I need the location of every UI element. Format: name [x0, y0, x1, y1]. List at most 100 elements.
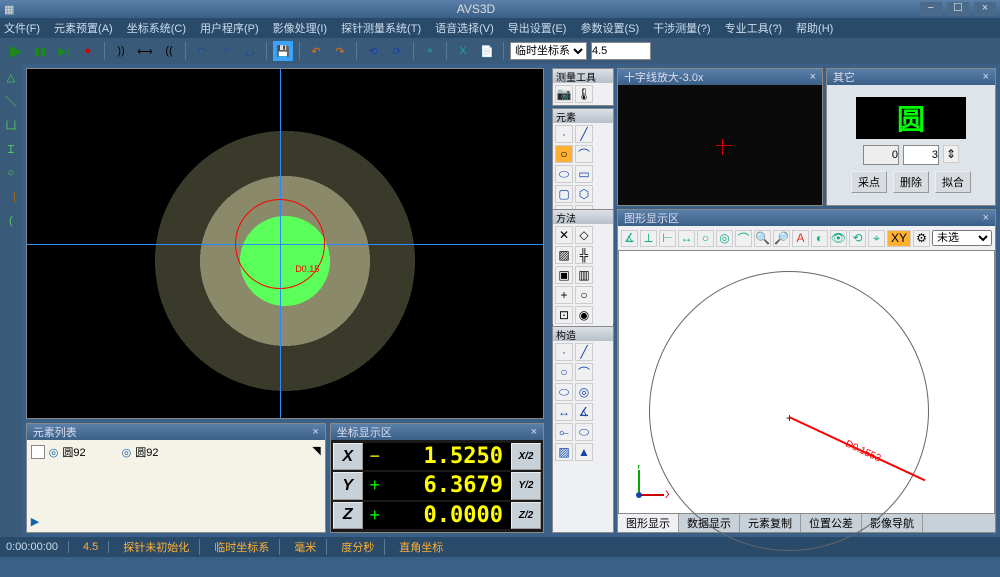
point-icon[interactable]: ·	[555, 125, 573, 143]
method-8-icon[interactable]: ○	[575, 286, 593, 304]
menu-pro-tools[interactable]: 专业工具(?)	[725, 20, 782, 36]
construct-7-icon[interactable]: ↔	[555, 403, 573, 421]
construct-2-icon[interactable]: ╱	[575, 343, 593, 361]
next-button[interactable]: ▶|	[54, 41, 74, 61]
axis-z-button[interactable]: Z	[333, 502, 363, 529]
menu-probe-system[interactable]: 探针测量系统(T)	[341, 20, 421, 36]
construct-4-icon[interactable]: ⌒	[575, 363, 593, 381]
rect-icon[interactable]: ▢	[555, 185, 573, 203]
y-half-button[interactable]: Y/2	[511, 472, 541, 499]
menu-coord-system[interactable]: 坐标系统(C)	[127, 20, 186, 36]
u-icon[interactable]: 凵	[2, 116, 20, 134]
close-icon[interactable]: ×	[312, 426, 318, 438]
graph-canvas[interactable]: + D0.1553 Y X	[618, 250, 995, 514]
axes-icon[interactable]: ⌖	[420, 41, 440, 61]
g-tool-6[interactable]: ◎	[716, 230, 733, 247]
probe-icon[interactable]: 🌡	[575, 85, 593, 103]
align-left-icon[interactable]: ))	[111, 41, 131, 61]
ellipse-icon[interactable]: ⬭	[555, 165, 573, 183]
triangle-icon[interactable]: △	[2, 68, 20, 86]
close-icon[interactable]: ×	[810, 71, 816, 83]
construct-5-icon[interactable]: ⬭	[555, 383, 573, 401]
construct-11-icon[interactable]: ▨	[555, 443, 573, 461]
method-7-icon[interactable]: +	[555, 286, 573, 304]
g-tool-1[interactable]: ∡	[621, 230, 638, 247]
circle-select-icon[interactable]: ○	[2, 164, 20, 182]
menu-interference[interactable]: 干涉测量(?)	[653, 20, 710, 36]
g-tool-10[interactable]: A	[792, 230, 809, 247]
method-6-icon[interactable]: ▥	[575, 266, 593, 284]
menu-voice[interactable]: 语音选择(V)	[435, 20, 494, 36]
construct-9-icon[interactable]: ⟜	[555, 423, 573, 441]
g-tool-14[interactable]: ⌖	[868, 230, 885, 247]
g-tool-2[interactable]: ⟂	[640, 230, 657, 247]
g-tool-13[interactable]: ⟲	[849, 230, 866, 247]
hex-icon[interactable]: ⬡	[575, 185, 593, 203]
rotate-left-icon[interactable]: ⟲	[363, 41, 383, 61]
menu-file[interactable]: 文件(F)	[4, 20, 40, 36]
align-right-icon[interactable]: ((	[159, 41, 179, 61]
construct-12-icon[interactable]: ▲	[575, 443, 593, 461]
graph-select[interactable]: 未选	[932, 230, 992, 246]
brace-icon[interactable]: ｛	[2, 188, 20, 206]
method-4-icon[interactable]: ╬	[575, 246, 593, 264]
toolbar-value-input[interactable]	[591, 42, 651, 60]
g-tool-3[interactable]: ⊢	[659, 230, 676, 247]
construct-8-icon[interactable]: ∡	[575, 403, 593, 421]
save-button[interactable]: 💾	[273, 41, 293, 61]
method-10-icon[interactable]: ◉	[575, 306, 593, 324]
menu-image-proc[interactable]: 影像处理(I)	[273, 20, 327, 36]
g-tool-9[interactable]: 🔎	[773, 230, 790, 247]
menu-user-program[interactable]: 用户程序(P)	[200, 20, 259, 36]
method-2-icon[interactable]: ◇	[575, 226, 593, 244]
arrow-right-icon[interactable]: ▶	[31, 515, 39, 528]
close-icon[interactable]: ×	[531, 426, 537, 438]
method-1-icon[interactable]: ✕	[555, 226, 573, 244]
line-icon[interactable]: ╱	[575, 125, 593, 143]
pause-button[interactable]: ▮▮	[30, 41, 50, 61]
g-tool-7[interactable]: ⌒	[735, 230, 752, 247]
menu-element-preset[interactable]: 元素预置(A)	[54, 20, 113, 36]
flag-icon[interactable]: ◥	[312, 444, 320, 457]
i-icon[interactable]: Ｉ	[2, 140, 20, 158]
menu-help[interactable]: 帮助(H)	[796, 20, 833, 36]
g-tool-15[interactable]: ⚙	[913, 230, 930, 247]
close-icon[interactable]: ×	[983, 212, 989, 224]
maximize-button[interactable]: ☐	[947, 2, 969, 16]
tab-graph[interactable]: 图形显示	[618, 514, 679, 532]
fit-button[interactable]: 拟合	[935, 171, 971, 193]
x-half-button[interactable]: X/2	[511, 443, 541, 470]
delete-button[interactable]: 删除	[893, 171, 929, 193]
g-tool-4[interactable]: ↔	[678, 230, 695, 247]
g-tool-12[interactable]: 👁	[830, 230, 847, 247]
excel-icon[interactable]: X	[453, 41, 473, 61]
list-item[interactable]: ◎ 圆92 ◎ 圆92 ◥	[31, 444, 321, 460]
arc-left-icon[interactable]: ◠	[192, 41, 212, 61]
method-9-icon[interactable]: ⊡	[555, 306, 573, 324]
record-button[interactable]: ●	[78, 41, 98, 61]
g-tool-11[interactable]: ◐	[811, 230, 828, 247]
close-button[interactable]: ×	[974, 2, 996, 16]
arc-icon[interactable]: ⌒	[575, 145, 593, 163]
other-input-2[interactable]	[903, 145, 939, 165]
camera-view[interactable]: D0.15	[26, 68, 544, 419]
axis-y-button[interactable]: Y	[333, 472, 363, 499]
axis-x-button[interactable]: X	[333, 443, 363, 470]
circle-icon[interactable]: ○	[216, 41, 236, 61]
play-button[interactable]: ▶	[6, 41, 26, 61]
report-icon[interactable]: 📄	[477, 41, 497, 61]
minimize-button[interactable]: −	[920, 2, 942, 16]
stepper-icon[interactable]: ⇕	[943, 145, 959, 163]
crosshair-body[interactable]	[618, 85, 822, 205]
close-icon[interactable]: ×	[983, 71, 989, 83]
construct-3-icon[interactable]: ○	[555, 363, 573, 381]
method-3-icon[interactable]: ▨	[555, 246, 573, 264]
menu-params[interactable]: 参数设置(S)	[580, 20, 639, 36]
arc-right-icon[interactable]: ◡	[240, 41, 260, 61]
circle-icon[interactable]: ○	[555, 145, 573, 163]
construct-1-icon[interactable]: ·	[555, 343, 573, 361]
redo-button[interactable]: ↷	[330, 41, 350, 61]
rotate-right-icon[interactable]: ⟳	[387, 41, 407, 61]
method-5-icon[interactable]: ▣	[555, 266, 573, 284]
align-center-icon[interactable]: ⟷	[135, 41, 155, 61]
